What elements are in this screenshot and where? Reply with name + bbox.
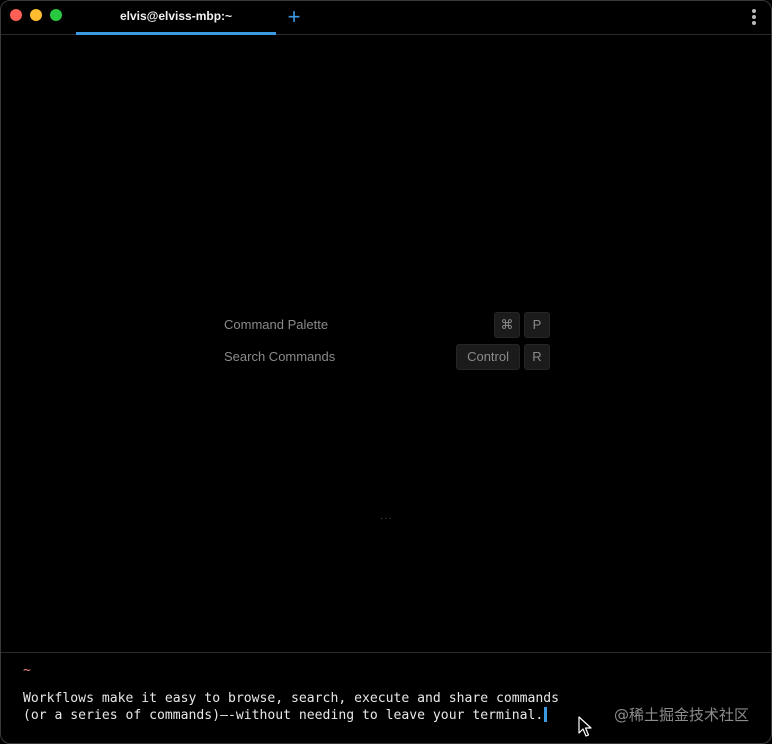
command-input-line[interactable]: Workflows make it easy to browse, search… [23, 691, 559, 706]
shortcut-hints: Command Palette ⌘ P Search Commands Cont… [224, 312, 550, 376]
key-combo: Control R [456, 344, 550, 370]
command-input-text: (or a series of commands)—-without needi… [23, 708, 544, 723]
command-key-icon: ⌘ [494, 312, 520, 338]
terminal-window: elvis@elviss-mbp:~ + Command Palette ⌘ P… [0, 0, 772, 744]
close-window-button[interactable] [10, 9, 22, 21]
prompt-directory: ~ [23, 663, 31, 678]
vertical-ellipsis-icon [751, 9, 757, 25]
key-cap: Control [456, 344, 520, 370]
tab-title: elvis@elviss-mbp:~ [119, 8, 233, 23]
watermark-text: @稀土掘金技术社区 [613, 706, 749, 724]
minimize-window-button[interactable] [30, 9, 42, 21]
key-cap: R [524, 344, 550, 370]
blocks-placeholder-ellipsis: ··· [380, 513, 393, 524]
mouse-pointer-icon [578, 716, 592, 737]
shortcut-label: Search Commands [224, 349, 336, 364]
shortcut-label: Command Palette [224, 317, 329, 332]
key-cap: P [524, 312, 550, 338]
command-input-area[interactable]: ~ Workflows make it easy to browse, sear… [1, 652, 771, 743]
shortcut-search-commands[interactable]: Search Commands Control R [224, 344, 550, 370]
text-cursor [544, 707, 548, 722]
menu-button[interactable] [751, 9, 757, 27]
shortcut-command-palette[interactable]: Command Palette ⌘ P [224, 312, 550, 338]
new-tab-button[interactable]: + [286, 6, 302, 28]
title-bar: elvis@elviss-mbp:~ + [1, 1, 771, 35]
tab-terminal[interactable]: elvis@elviss-mbp:~ [76, 1, 276, 35]
command-input-line-2[interactable]: (or a series of commands)—-without needi… [23, 707, 548, 723]
zoom-window-button[interactable] [50, 9, 62, 21]
key-combo: ⌘ P [494, 312, 550, 338]
plus-icon: + [287, 4, 301, 29]
